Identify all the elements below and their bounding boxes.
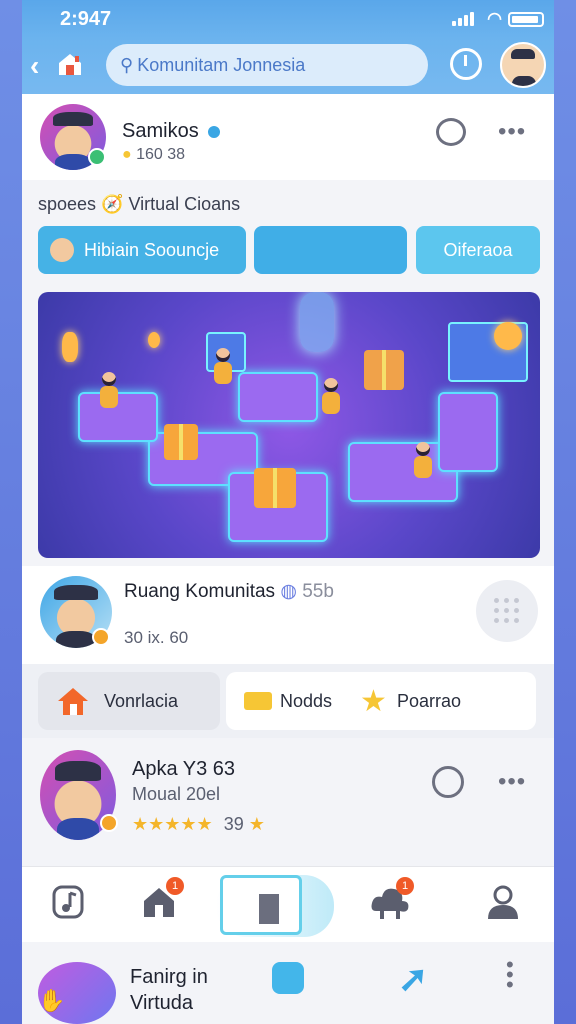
app-subtitle: Moual 20el (132, 784, 221, 804)
music-note-icon[interactable] (52, 883, 86, 921)
tab-primary-label: Hibiain Soouncje (84, 239, 220, 260)
featured-title-line1: Fanirg in (130, 966, 208, 988)
level-badge-icon (92, 628, 110, 646)
app-rating: ★★★★★ 39 ★ (132, 814, 265, 835)
search-text: Komunitam Jonnesia (137, 54, 306, 75)
featured-title: Fanirg in Virtuda (130, 964, 208, 1016)
profile-card[interactable]: Samikos ● 160 38 ••• (22, 94, 554, 180)
bottom-nav: 1 1 (22, 866, 554, 942)
rating-stars-icon: ★★★★★ (132, 814, 213, 834)
star-icon: ★ (248, 814, 265, 834)
gift-icon (254, 468, 296, 508)
featured-card[interactable]: ✋ Fanirg in Virtuda ➚ • • • (22, 942, 554, 1024)
pill-group: Nodds ★ Poarrao (226, 672, 536, 730)
pill-home[interactable]: Vonrlacia (38, 672, 220, 730)
back-icon[interactable]: ‹ (30, 50, 39, 82)
app-rating-count: 39 (223, 814, 244, 834)
profile-stats-row: ● 160 38 (122, 146, 185, 164)
hand-icon: ✋ (38, 988, 66, 1013)
pill-home-label: Vonrlacia (104, 690, 179, 711)
vertical-more-icon[interactable]: • • • (506, 954, 514, 996)
more-icon[interactable]: ••• (498, 118, 526, 146)
signal-icon (452, 12, 474, 26)
app-name: Apka Y3 63 (132, 758, 236, 780)
tagline: spoees 🧭 Virtual Cioans (38, 194, 241, 214)
battery-icon (508, 12, 544, 27)
tab-primary[interactable]: Hibiain Soouncje (38, 226, 246, 274)
profile-name: Samikos (122, 120, 199, 142)
coin-icon: ● (122, 146, 132, 163)
tab-row: Hibiain Soouncje Oiferaoa (38, 226, 540, 276)
search-bar[interactable]: ⚲ Komunitam Jonnesia (106, 44, 428, 86)
community-title: Ruang Komunitas (124, 581, 276, 602)
community-card[interactable]: Ruang Komunitas ◍ 55b 30 ix. 60 (22, 566, 554, 664)
community-title-row: Ruang Komunitas ◍ 55b (124, 580, 334, 603)
smiley-icon (50, 238, 74, 262)
pill-messages[interactable]: Nodds (244, 691, 332, 712)
pill-rewards-label: Poarrao (396, 690, 461, 711)
clock-icon[interactable] (450, 48, 482, 80)
verified-icon (88, 148, 106, 166)
tab-offers[interactable]: Oiferaoa (416, 226, 540, 274)
status-time: 2:947 (60, 8, 112, 30)
notification-badge: 1 (166, 877, 184, 895)
more-icon[interactable]: ••• (498, 768, 526, 796)
gift-icon (164, 424, 198, 460)
star-icon: ★ (360, 684, 387, 718)
tab-offers-label: Oiferaoa (443, 239, 513, 260)
envelope-icon (244, 692, 272, 710)
app-card[interactable]: Apka Y3 63 Moual 20el ★★★★★ 39 ★ ••• (22, 738, 554, 866)
top-bar: ‹ ⚲ Komunitam Jonnesia (22, 38, 554, 94)
home-icon[interactable] (56, 50, 84, 78)
category-pills: Vonrlacia Nodds ★ Poarrao (22, 664, 554, 738)
house-icon (58, 688, 88, 715)
community-count: 55b (302, 581, 334, 602)
arrow-icon[interactable]: ➚ (398, 958, 428, 1000)
grid-menu-icon[interactable] (476, 580, 538, 642)
tab-middle[interactable] (254, 226, 407, 274)
chat-icon[interactable] (436, 118, 466, 146)
hero-illustration[interactable] (38, 292, 540, 558)
community-stats: 30 ix. 60 (124, 628, 189, 647)
profile-stats: 160 38 (136, 146, 186, 163)
notification-badge: 1 (396, 877, 414, 895)
app-badge-icon (100, 814, 118, 832)
globe-icon: ◍ (280, 581, 297, 602)
search-icon: ⚲ (120, 54, 134, 75)
status-bar: 2:947 ◠ (22, 0, 554, 38)
chat-bubble-icon[interactable] (432, 766, 464, 798)
windows-icon[interactable] (272, 962, 304, 994)
gift-icon (364, 350, 404, 390)
profile-icon[interactable] (486, 883, 520, 921)
user-avatar[interactable] (500, 42, 546, 88)
pill-rewards[interactable]: ★ Poarrao (360, 684, 461, 719)
wifi-icon: ◠ (487, 9, 502, 28)
pill-messages-label: Nodds (280, 690, 333, 711)
nav-center-button[interactable] (216, 875, 334, 937)
verified-badge-icon (206, 124, 222, 140)
featured-title-line2: Virtuda (130, 992, 194, 1014)
phone-screen: 2:947 ◠ ‹ ⚲ Komunitam Jonnesia Samikos ●… (22, 0, 554, 1024)
